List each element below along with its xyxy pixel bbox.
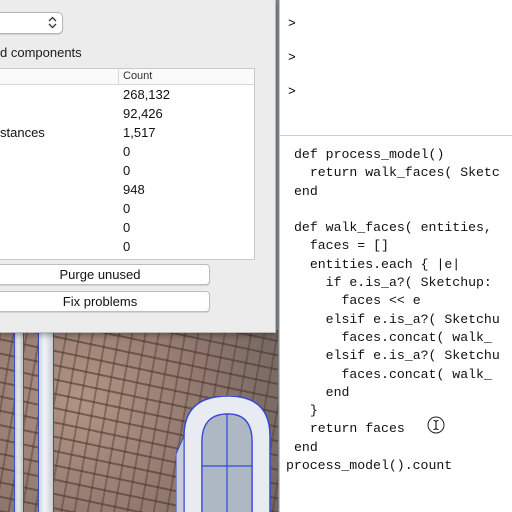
table-row: 0 [0,199,254,218]
purge-unused-button[interactable]: Purge unused [0,264,210,285]
table-row: 268,132 [0,85,254,104]
row-count: 0 [123,163,131,178]
code-line: faces << e [294,293,421,309]
table-row: 0 [0,218,254,237]
code-line: faces.concat( walk_ [294,366,492,382]
chevron-updown-icon [48,16,57,29]
code-line: end [294,384,350,400]
console-prompt: > [288,16,296,31]
code-line: } [294,403,318,419]
viewport-3d[interactable] [0,330,278,512]
row-count: 0 [123,239,131,254]
code-line: if e.is_a?( Sketchup: [294,275,492,291]
table-row: 92,426 [0,104,254,123]
console-output: > > > [280,0,512,135]
count-column-header[interactable]: Count [123,70,152,82]
code-line: return faces [294,421,405,437]
console-divider [280,135,512,136]
row-count: 0 [123,144,131,159]
table-row: stances 1,517 [0,123,254,142]
statistics-table: Count 268,132 92,426 stances 1,517 0 0 94… [0,68,255,260]
row-count: 0 [123,220,131,235]
code-line: end [294,439,318,455]
code-line: faces.concat( walk_ [294,329,492,345]
table-header: Count [0,69,254,85]
code-line: process_model().count [286,458,453,474]
code-line: return walk_faces( Sketc [294,165,500,181]
code-line: entities.each { |e| [294,256,461,272]
row-name: stances [0,125,45,140]
code-line: elsif e.is_a?( Sketchu [294,348,500,364]
row-count: 268,132 [123,87,170,102]
model-pole [14,330,24,512]
table-row: 0 [0,142,254,161]
ibeam-cursor-icon [427,416,445,434]
table-row: 0 [0,237,254,256]
code-line: end [294,183,318,199]
console-prompt: > [288,84,296,99]
fix-problems-button[interactable]: Fix problems [0,291,210,312]
code-editor[interactable]: def process_model() return walk_faces( S… [286,146,500,475]
code-line: def process_model() [294,147,445,162]
column-divider [118,69,119,84]
console-prompt: > [288,50,296,65]
row-count: 0 [123,201,131,216]
section-title: d components [0,45,82,60]
code-line: def walk_faces( entities, [294,220,492,236]
row-count: 1,517 [123,125,156,140]
dropdown-select[interactable] [0,12,63,34]
row-count: 92,426 [123,106,163,121]
code-line: faces = [] [294,238,389,254]
ruby-console: > > > def process_model() return walk_fa… [279,0,512,512]
table-row: 0 [0,161,254,180]
row-count: 948 [123,182,145,197]
code-line: elsif e.is_a?( Sketchu [294,311,500,327]
model-info-panel: d components Count 268,132 92,426 stance… [0,0,276,333]
model-pole [38,330,54,512]
table-row: 948 [0,180,254,199]
model-arch-window [176,396,271,512]
